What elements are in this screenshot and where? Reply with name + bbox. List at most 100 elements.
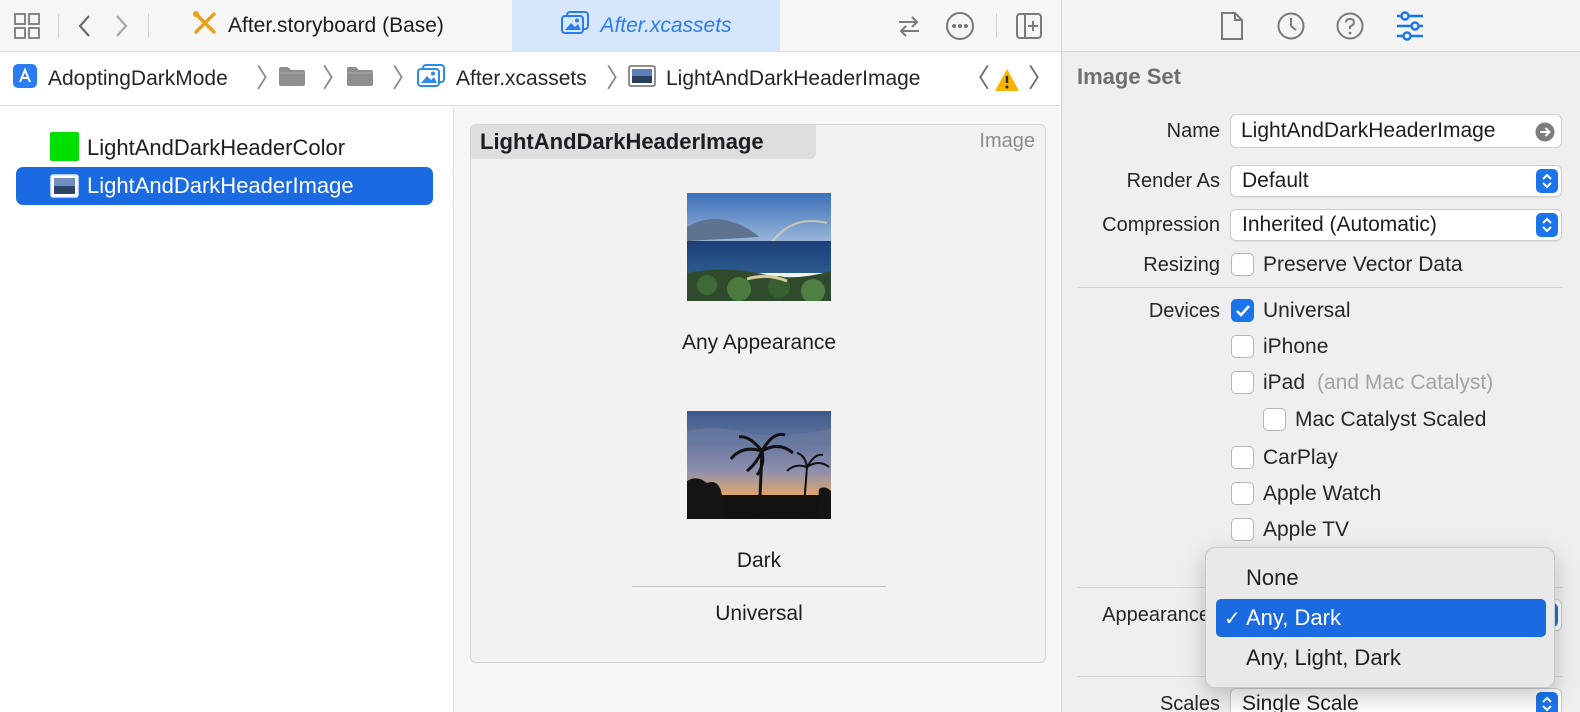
- mac-catalyst-scaled-label: Mac Catalyst Scaled: [1295, 408, 1487, 431]
- slot-label: Any Appearance: [681, 331, 837, 354]
- carplay-label: CarPlay: [1263, 446, 1338, 469]
- image-set-icon: [628, 65, 656, 93]
- menu-item-label: None: [1246, 565, 1299, 590]
- dark-image-well[interactable]: [687, 411, 831, 519]
- color-swatch-icon: [50, 132, 79, 161]
- apple-tv-checkbox[interactable]: [1231, 518, 1254, 541]
- forward-icon[interactable]: [106, 11, 136, 41]
- popup-stepper-icon: [1536, 169, 1558, 193]
- render-as-popup[interactable]: Default: [1230, 165, 1562, 197]
- appearance-label: Appearance: [1102, 604, 1210, 626]
- carplay-checkbox[interactable]: [1231, 446, 1254, 469]
- breadcrumb-folder[interactable]: [346, 52, 374, 106]
- swap-icon[interactable]: [894, 11, 924, 41]
- tab-asset-catalog[interactable]: After.xcassets: [512, 0, 780, 52]
- ipad-label: iPad: [1263, 371, 1306, 394]
- next-issue-icon[interactable]: 〉: [1028, 66, 1054, 92]
- menu-item-any-dark[interactable]: ✓ Any, Dark: [1216, 599, 1546, 637]
- apple-watch-label: Apple Watch: [1263, 482, 1382, 505]
- image-set-icon: [50, 174, 79, 204]
- tab-label: After.xcassets: [600, 14, 732, 37]
- breadcrumb-folder[interactable]: [278, 52, 306, 106]
- attributes-inspector-icon[interactable]: [1395, 10, 1425, 47]
- image-set-card[interactable]: LightAndDarkHeaderImage Image Any Appear…: [470, 124, 1046, 663]
- menu-item-any-light-dark[interactable]: Any, Light, Dark: [1216, 639, 1546, 677]
- breadcrumb-label: After.xcassets: [456, 67, 587, 90]
- scales-value: Single Scale: [1242, 692, 1359, 712]
- menu-item-none[interactable]: None: [1216, 559, 1546, 597]
- compression-value: Inherited (Automatic): [1242, 213, 1437, 236]
- menu-item-label: Any, Dark: [1246, 605, 1341, 630]
- breadcrumb-project[interactable]: AdoptingDarkMode: [12, 52, 228, 106]
- popup-stepper-icon: [1536, 692, 1558, 712]
- mac-catalyst-scaled-checkbox[interactable]: [1263, 408, 1286, 431]
- asset-catalog-icon: [560, 10, 590, 42]
- back-icon[interactable]: [70, 11, 100, 41]
- any-appearance-image-well[interactable]: [687, 193, 831, 301]
- related-items-icon[interactable]: [12, 11, 42, 41]
- palm-sunset-photo: [687, 411, 831, 519]
- toolbar-divider: [58, 14, 59, 38]
- inspector-section-title: Image Set: [1077, 64, 1181, 89]
- preserve-vector-data-checkbox[interactable]: [1231, 253, 1254, 276]
- section-divider: [1077, 287, 1563, 288]
- more-options-icon[interactable]: [945, 11, 975, 41]
- app-project-icon: [12, 63, 38, 95]
- history-inspector-icon[interactable]: [1276, 11, 1306, 46]
- render-as-value: Default: [1242, 169, 1309, 192]
- slot-label: Dark: [736, 549, 782, 572]
- appearance-menu: None ✓ Any, Dark Any, Light, Dark: [1205, 547, 1555, 688]
- ipad-note: (and Mac Catalyst): [1317, 371, 1494, 394]
- asset-catalog-icon: [416, 63, 446, 95]
- iphone-checkbox[interactable]: [1231, 335, 1254, 358]
- list-item[interactable]: LightAndDarkHeaderColor: [16, 129, 433, 167]
- device-group-label: Universal: [715, 602, 803, 625]
- file-inspector-icon[interactable]: [1220, 11, 1244, 46]
- group-divider: [632, 586, 886, 587]
- scales-label: Scales: [1159, 693, 1220, 712]
- apple-watch-checkbox[interactable]: [1231, 482, 1254, 505]
- previous-issue-icon[interactable]: 〈: [964, 66, 990, 92]
- help-inspector-icon[interactable]: [1335, 11, 1365, 46]
- tab-bar: After.storyboard (Base) After.xcassets: [0, 0, 1060, 52]
- breadcrumb-item[interactable]: LightAndDarkHeaderImage: [628, 52, 920, 106]
- toolbar-divider: [996, 14, 997, 38]
- tab-label: After.storyboard (Base): [228, 14, 444, 37]
- iphone-label: iPhone: [1263, 335, 1329, 358]
- checkmark-icon: [1235, 304, 1250, 317]
- breadcrumb-label: LightAndDarkHeaderImage: [666, 67, 921, 90]
- list-item-selected[interactable]: LightAndDarkHeaderImage: [16, 167, 433, 205]
- warning-icon[interactable]: [994, 68, 1020, 97]
- toolbar-divider: [148, 14, 149, 38]
- menu-item-label: Any, Light, Dark: [1246, 645, 1401, 670]
- ipad-checkbox[interactable]: [1231, 371, 1254, 394]
- render-as-label: Render As: [1126, 170, 1220, 192]
- tab-storyboard[interactable]: After.storyboard (Base): [192, 0, 444, 52]
- set-title: LightAndDarkHeaderImage: [471, 125, 816, 159]
- checkmark-icon: ✓: [1224, 607, 1241, 630]
- preserve-vector-data-label: Preserve Vector Data: [1263, 253, 1463, 276]
- folder-icon: [278, 65, 306, 93]
- universal-checkbox[interactable]: [1231, 299, 1254, 322]
- popup-stepper-icon: [1536, 213, 1558, 237]
- resizing-label: Resizing: [1143, 254, 1220, 276]
- list-item-label: LightAndDarkHeaderColor: [87, 135, 346, 160]
- breadcrumb-catalog[interactable]: After.xcassets: [416, 52, 587, 106]
- breadcrumb-label: AdoptingDarkMode: [48, 67, 228, 90]
- set-type-label: Image: [979, 130, 1035, 152]
- universal-label: Universal: [1263, 299, 1351, 322]
- go-to-icon[interactable]: [1535, 122, 1555, 148]
- add-editor-icon[interactable]: [1014, 11, 1044, 41]
- breadcrumb: AdoptingDarkMode 〉 〉 〉 After.xcassets 〉 …: [0, 52, 1060, 106]
- name-value: LightAndDarkHeaderImage: [1241, 119, 1496, 142]
- name-field[interactable]: LightAndDarkHeaderImage: [1230, 114, 1562, 148]
- scales-popup[interactable]: Single Scale: [1230, 688, 1562, 712]
- name-label: Name: [1166, 120, 1220, 142]
- compression-popup[interactable]: Inherited (Automatic): [1230, 209, 1562, 241]
- compression-label: Compression: [1102, 214, 1220, 236]
- storyboard-icon: [192, 10, 218, 42]
- inspector-tab-bar: [1062, 0, 1580, 52]
- breadcrumb-chevron-icon: 〉: [322, 64, 349, 94]
- devices-label: Devices: [1148, 300, 1220, 322]
- ocean-rainbow-photo: [687, 193, 831, 301]
